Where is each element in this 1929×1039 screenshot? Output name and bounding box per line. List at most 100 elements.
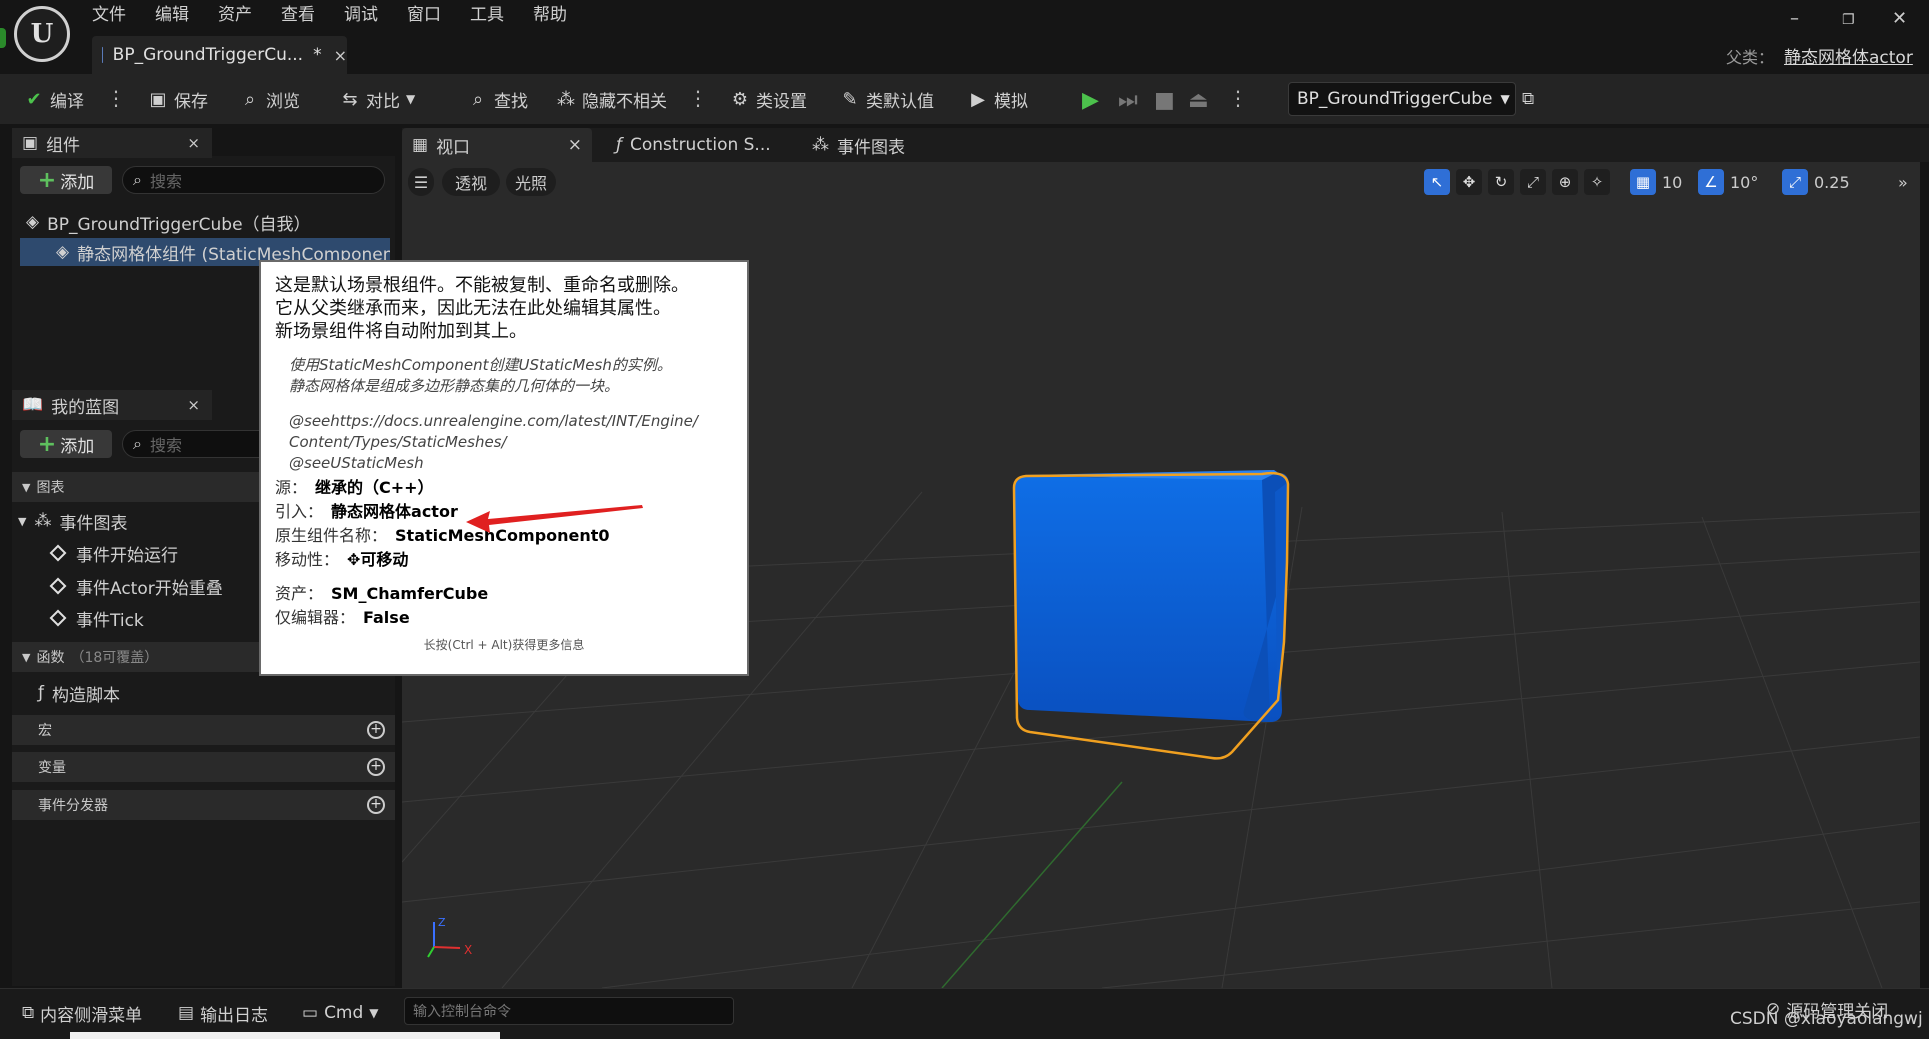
play-options-icon[interactable]: ⋮ — [1228, 86, 1248, 110]
event-item[interactable]: 事件Actor开始重叠 — [48, 572, 223, 600]
close-icon[interactable]: × — [187, 396, 200, 414]
svg-text:Z: Z — [438, 916, 446, 929]
find-button[interactable]: ⌕ 查找 — [468, 86, 528, 112]
asset-value: SM_ChamferCube — [331, 584, 489, 603]
viewport-menu-button[interactable]: ☰ — [408, 168, 434, 196]
save-button[interactable]: ▣ 保存 — [148, 86, 208, 112]
select-tool-icon[interactable]: ↖ — [1424, 169, 1450, 195]
expand-arrow-icon: ▼ — [18, 514, 27, 528]
viewport-overflow-icon[interactable]: » — [1898, 168, 1908, 196]
event-label: 事件Actor开始重叠 — [76, 578, 223, 599]
diff-button[interactable]: ⇆ 对比 ▼ — [340, 86, 415, 112]
components-add-button[interactable]: + 添加 — [20, 166, 112, 194]
parent-class-link[interactable]: 静态网格体actor — [1784, 43, 1913, 68]
event-graph-item[interactable]: ▼ ⁂ 事件图表 — [18, 507, 127, 535]
expand-arrow-icon: ▼ — [22, 480, 31, 494]
menu-file[interactable]: 文件 — [92, 4, 143, 26]
restore-icon[interactable]: ❐ — [1842, 12, 1855, 28]
menu-view[interactable]: 查看 — [281, 4, 332, 26]
output-log-button[interactable]: ▤ 输出日志 — [178, 999, 268, 1027]
menu-asset[interactable]: 资产 — [218, 4, 269, 26]
hide-unrelated-button[interactable]: ⁂ 隐藏不相关 — [556, 86, 667, 112]
event-item[interactable]: 事件Tick — [48, 604, 144, 632]
function-icon: ƒ — [616, 135, 622, 155]
event-dispatchers-section[interactable]: 事件分发器 + — [12, 790, 395, 820]
scale-snap-value: 0.25 — [1814, 172, 1850, 192]
components-search-input[interactable]: ⌕ 搜索 — [122, 166, 385, 194]
close-icon[interactable]: × — [568, 135, 582, 155]
variables-section[interactable]: 变量 + — [12, 752, 395, 782]
function-icon: ƒ — [38, 683, 44, 703]
green-axis-line — [941, 781, 1123, 988]
add-variable-icon[interactable]: + — [367, 758, 385, 776]
event-item[interactable]: 事件开始运行 — [48, 539, 178, 567]
chamfer-cube[interactable] — [1012, 470, 1290, 760]
perspective-button[interactable]: 透视 — [442, 168, 500, 196]
move-icon: ✥ — [347, 550, 361, 569]
tab-construction-script[interactable]: ƒ Construction S... — [606, 128, 771, 162]
components-panel-header[interactable]: ▣ 组件 × — [12, 128, 212, 158]
class-settings-button[interactable]: ⚙ 类设置 — [730, 86, 807, 112]
find-options-icon[interactable]: ⋮ — [688, 86, 708, 110]
unreal-logo-icon[interactable]: U — [14, 6, 70, 62]
simulate-button[interactable]: ▶ 模拟 — [968, 86, 1028, 112]
add-label: 添加 — [60, 436, 95, 457]
rotate-icon[interactable]: ↻ — [1488, 169, 1514, 195]
advance-frame-icon[interactable]: ⏭ — [1118, 88, 1138, 113]
compile-button[interactable]: ✔ 编译 — [24, 86, 84, 112]
document-tab[interactable]: BP_GroundTriggerCu... * × — [92, 36, 347, 74]
content-drawer-button[interactable]: ⧉ 内容侧滑菜单 — [22, 999, 142, 1027]
scale-snap[interactable]: ⤢ 0.25 — [1782, 168, 1850, 196]
source-label: 源： — [275, 478, 308, 497]
world-coords-icon[interactable]: ⊕ — [1552, 169, 1578, 195]
rotation-snap[interactable]: ∠ 10° — [1698, 168, 1758, 196]
macros-section[interactable]: 宏 + — [12, 715, 395, 745]
surface-snap-icon[interactable]: ✧ — [1584, 169, 1610, 195]
menu-window[interactable]: 窗口 — [407, 4, 458, 26]
tab-event-graph[interactable]: ⁂ 事件图表 — [802, 128, 905, 162]
scale-icon[interactable]: ⤢ — [1520, 169, 1546, 195]
close-icon[interactable]: × — [187, 134, 200, 152]
menu-edit[interactable]: 编辑 — [155, 4, 206, 26]
translate-icon[interactable]: ✥ — [1456, 169, 1482, 195]
component-root-item[interactable]: ◈ BP_GroundTriggerCube（自我） — [20, 208, 390, 236]
my-blueprint-header[interactable]: 📖 我的蓝图 × — [12, 390, 212, 420]
class-defaults-button[interactable]: ✎ 类默认值 — [840, 86, 934, 112]
menu-debug[interactable]: 调试 — [344, 4, 395, 26]
minimize-icon[interactable]: – — [1790, 8, 1799, 29]
close-window-icon[interactable]: ✕ — [1892, 8, 1907, 29]
tab-viewport[interactable]: ▦ 视口 × — [402, 128, 592, 162]
event-diamond-icon — [49, 609, 67, 627]
modified-marker: * — [313, 45, 322, 65]
browse-folder-icon: ⌕ — [244, 88, 256, 110]
construction-script-item[interactable]: ƒ 构造脚本 — [38, 679, 120, 707]
grid-snap[interactable]: ▦ 10 — [1630, 168, 1682, 196]
class-settings-label: 类设置 — [756, 91, 807, 112]
tooltip-hint: 长按(Ctrl + Alt)获得更多信息 — [423, 638, 585, 652]
close-tab-icon[interactable]: × — [334, 46, 347, 65]
event-label: 事件开始运行 — [76, 545, 178, 566]
play-icon[interactable]: ▶ — [1082, 88, 1099, 113]
introduced-label: 引入： — [275, 502, 324, 521]
menu-help[interactable]: 帮助 — [533, 4, 584, 26]
cmd-select[interactable]: ▭ Cmd ▼ — [302, 999, 379, 1027]
search-icon: ⌕ — [133, 170, 142, 189]
add-event-dispatcher-icon[interactable]: + — [367, 796, 385, 814]
editor-tabs: ▦ 视口 × ƒ Construction S... ⁂ 事件图表 — [402, 128, 1929, 162]
hide-unrelated-label: 隐藏不相关 — [582, 91, 667, 112]
my-blueprint-add-button[interactable]: + 添加 — [20, 430, 112, 458]
add-macro-icon[interactable]: + — [367, 721, 385, 739]
menu-tools[interactable]: 工具 — [470, 4, 521, 26]
variables-label: 变量 — [38, 760, 66, 776]
class-defaults-label: 类默认值 — [866, 91, 934, 112]
compile-options-icon[interactable]: ⋮ — [106, 86, 126, 110]
lighting-button[interactable]: 光照 — [506, 168, 556, 196]
debug-object-icon[interactable]: ⧉ — [1522, 86, 1534, 112]
browse-button[interactable]: ⌕ 浏览 — [240, 86, 300, 112]
stop-icon[interactable]: ■ — [1154, 88, 1175, 113]
tooltip-mobility-row: 移动性： ✥可移动 — [275, 548, 733, 572]
menu-bar: 文件 编辑 资产 查看 调试 窗口 工具 帮助 — [92, 4, 596, 26]
console-command-input[interactable]: 输入控制台命令 — [404, 997, 734, 1025]
blueprint-debug-select[interactable]: BP_GroundTriggerCube ▼ — [1288, 82, 1516, 116]
eject-icon[interactable]: ⏏ — [1188, 88, 1209, 113]
